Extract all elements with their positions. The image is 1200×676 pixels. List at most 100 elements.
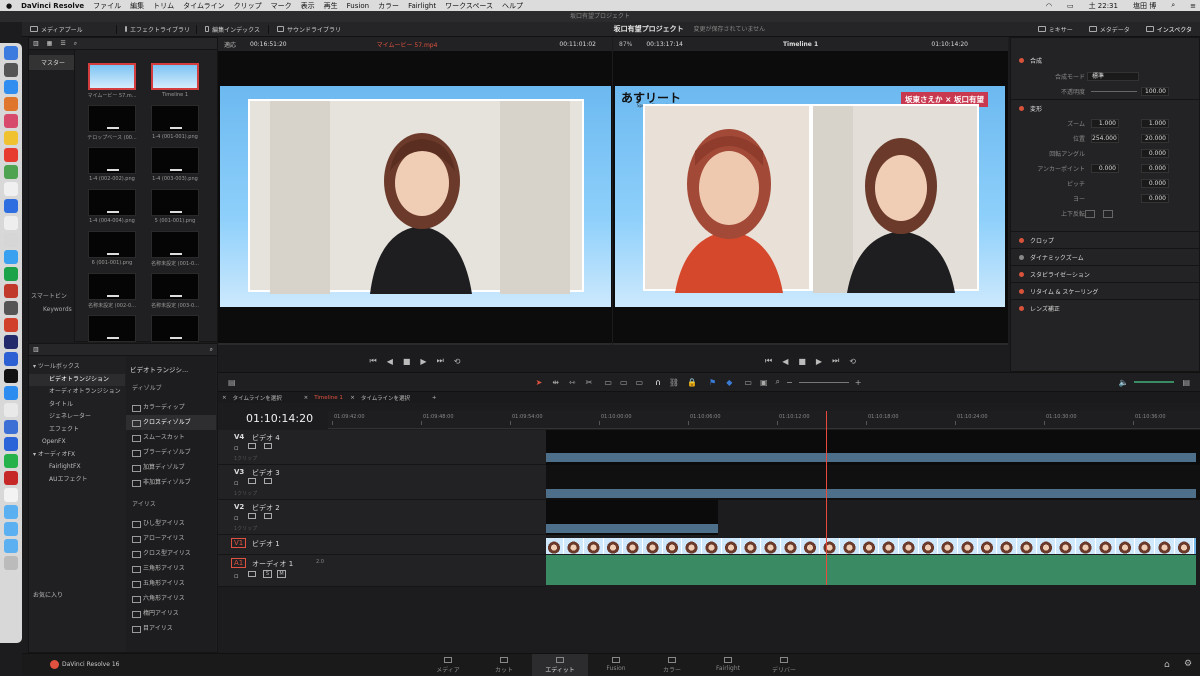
reminders-icon[interactable] xyxy=(4,199,18,213)
page-fusion[interactable]: Fusion xyxy=(588,654,644,676)
volume-slider[interactable] xyxy=(1134,381,1175,383)
tree-openfx[interactable]: OpenFX xyxy=(29,436,125,449)
appstore-icon[interactable] xyxy=(4,250,18,264)
media-clip-thumbnail[interactable] xyxy=(88,105,136,132)
media-clip-thumbnail[interactable] xyxy=(151,273,199,300)
fx-oval-iris[interactable]: 楕円アイリス xyxy=(126,606,216,621)
first-frame-icon[interactable]: ⏮ xyxy=(370,356,377,366)
section-composite[interactable]: 合成 xyxy=(1011,52,1199,69)
davinci-icon[interactable] xyxy=(4,369,18,383)
apple-icon[interactable]: ● xyxy=(6,2,12,10)
wifi-icon[interactable]: ◠ xyxy=(1046,2,1052,10)
menu-playback[interactable]: 再生 xyxy=(324,1,338,11)
opacity-slider[interactable] xyxy=(1091,91,1137,92)
menu-list-icon[interactable]: ≡ xyxy=(1190,2,1196,10)
app5-icon[interactable] xyxy=(4,420,18,434)
disable-video-icon[interactable] xyxy=(264,478,272,484)
auto-select-icon[interactable] xyxy=(248,571,256,577)
lock-icon[interactable]: ▫ xyxy=(234,444,239,452)
search-icon[interactable]: ⌕ xyxy=(210,346,213,354)
tree-audio-transitions[interactable]: オーディオトランジション xyxy=(29,386,125,399)
volume-icon[interactable]: 🔈 xyxy=(1118,378,1128,387)
menu-trim[interactable]: トリム xyxy=(153,1,174,11)
zoom-x[interactable]: 1.000 xyxy=(1091,119,1119,128)
metadata-button[interactable]: メタデータ xyxy=(1081,25,1138,34)
timeline-tab-2[interactable]: Timeline 1 xyxy=(314,395,344,401)
auto-select-icon[interactable] xyxy=(248,513,256,519)
tree-audiofx[interactable]: ▾ オーディオFX xyxy=(29,449,125,462)
tree-favorites[interactable]: お気に入り xyxy=(29,590,125,603)
position-x[interactable]: 254.000 xyxy=(1091,134,1119,143)
viewer-zoom[interactable]: 87% xyxy=(619,41,632,48)
menu-view[interactable]: 表示 xyxy=(301,1,315,11)
fx-blur-dissolve[interactable]: ブラーディゾルブ xyxy=(126,445,216,460)
fx-additive-dissolve[interactable]: 加算ディゾルブ xyxy=(126,460,216,475)
fx-eye-iris[interactable]: 目アイリス xyxy=(126,621,216,636)
safari-icon[interactable] xyxy=(4,80,18,94)
app3-icon[interactable] xyxy=(4,352,18,366)
media-pool-button[interactable]: メディアプール xyxy=(22,24,117,34)
section-toggle-icon[interactable] xyxy=(1019,254,1024,260)
media-clip-thumbnail[interactable] xyxy=(88,273,136,300)
first-frame-icon[interactable]: ⏮ xyxy=(765,356,772,366)
source-viewer[interactable] xyxy=(218,51,612,345)
overwrite-clip-icon[interactable]: ▭ xyxy=(620,378,628,387)
notes-icon[interactable] xyxy=(4,131,18,145)
page-deliver[interactable]: デリバー xyxy=(756,654,812,676)
menu-timeline[interactable]: タイムライン xyxy=(183,1,225,11)
photos-icon[interactable] xyxy=(4,148,18,162)
timeline-viewer-name[interactable]: Timeline 1 xyxy=(783,41,818,48)
mixer-button[interactable]: ミキサー xyxy=(1030,25,1081,34)
track-header-v1[interactable]: V1 ビデオ 1 xyxy=(218,535,546,555)
source-clip-name[interactable]: マイムービー 57.mp4 xyxy=(377,40,438,49)
folder-icon[interactable] xyxy=(4,505,18,519)
menu-fusion[interactable]: Fusion xyxy=(347,2,369,10)
music-icon[interactable] xyxy=(4,114,18,128)
battery-icon[interactable]: ▭ xyxy=(1067,2,1074,10)
timeline-viewer[interactable]: あすリート Sports Channel 坂東さえか × 坂口有望 xyxy=(613,51,1008,345)
snapping-icon[interactable]: ∩ xyxy=(655,378,661,387)
numbers-icon[interactable] xyxy=(4,165,18,179)
viewer-fit[interactable]: 適応 xyxy=(224,40,236,49)
flip-vertical-icon[interactable] xyxy=(1103,209,1113,218)
tree-toolbox[interactable]: ▾ ツールボックス xyxy=(29,361,125,374)
full-zoom-icon[interactable]: ▭ xyxy=(744,378,752,387)
section-toggle-icon[interactable] xyxy=(1019,288,1024,294)
media-clip-thumbnail[interactable] xyxy=(88,315,136,342)
list-view-icon[interactable]: ☰ xyxy=(60,40,65,47)
smart-bin-keywords[interactable]: Keywords xyxy=(43,306,72,313)
media-clip-thumbnail[interactable] xyxy=(151,189,199,216)
rotation-value[interactable]: 0.000 xyxy=(1141,149,1169,158)
timeline-ruler[interactable]: 01:09:42:00 01:09:48:00 01:09:54:00 01:10:0… xyxy=(328,411,1200,429)
menu-edit[interactable]: 編集 xyxy=(130,1,144,11)
lock-icon[interactable]: ▫ xyxy=(234,572,239,580)
menu-file[interactable]: ファイル xyxy=(93,1,121,11)
fx-diamond-iris[interactable]: ひし型アイリス xyxy=(126,516,216,531)
zoom-icon[interactable] xyxy=(4,386,18,400)
menu-color[interactable]: カラー xyxy=(378,1,399,11)
home-icon[interactable]: ⌂ xyxy=(1164,660,1170,670)
timeline-tab-3[interactable]: タイムラインを選択 xyxy=(361,394,426,402)
link-icon[interactable]: ⛓ xyxy=(669,378,679,387)
fx-smooth-cut[interactable]: スムースカット xyxy=(126,430,216,445)
lock-icon[interactable]: 🔒 xyxy=(687,378,697,387)
edit-index-button[interactable]: 編集インデックス xyxy=(197,24,269,34)
zoom-out-icon[interactable]: − xyxy=(786,378,793,387)
track-header-a1[interactable]: A1 オーディオ 1 2.0 ▫ S M xyxy=(218,555,546,587)
meters-icon[interactable]: ▤ xyxy=(1182,378,1190,387)
page-color[interactable]: カラー xyxy=(644,654,700,676)
media-clip-thumbnail[interactable] xyxy=(151,315,199,342)
timeline-scrubber[interactable] xyxy=(613,343,1008,345)
timeline-tab-1[interactable]: タイムラインを選択 xyxy=(233,394,298,402)
app6-icon[interactable] xyxy=(4,437,18,451)
play-icon[interactable]: ▶ xyxy=(816,357,822,366)
section-toggle-icon[interactable] xyxy=(1019,105,1024,111)
trim-tool-icon[interactable]: ⇹ xyxy=(552,378,559,387)
flag-icon[interactable]: ⚑ xyxy=(709,378,716,387)
menu-workspace[interactable]: ワークスペース xyxy=(445,1,493,11)
launchpad-icon[interactable] xyxy=(4,63,18,77)
media-clip-thumbnail[interactable] xyxy=(151,231,199,258)
track-header-v4[interactable]: V4 ビデオ 4 ▫ 1クリップ xyxy=(218,430,546,465)
section-toggle-icon[interactable] xyxy=(1019,305,1024,311)
media-clip-thumbnail[interactable] xyxy=(151,63,199,90)
